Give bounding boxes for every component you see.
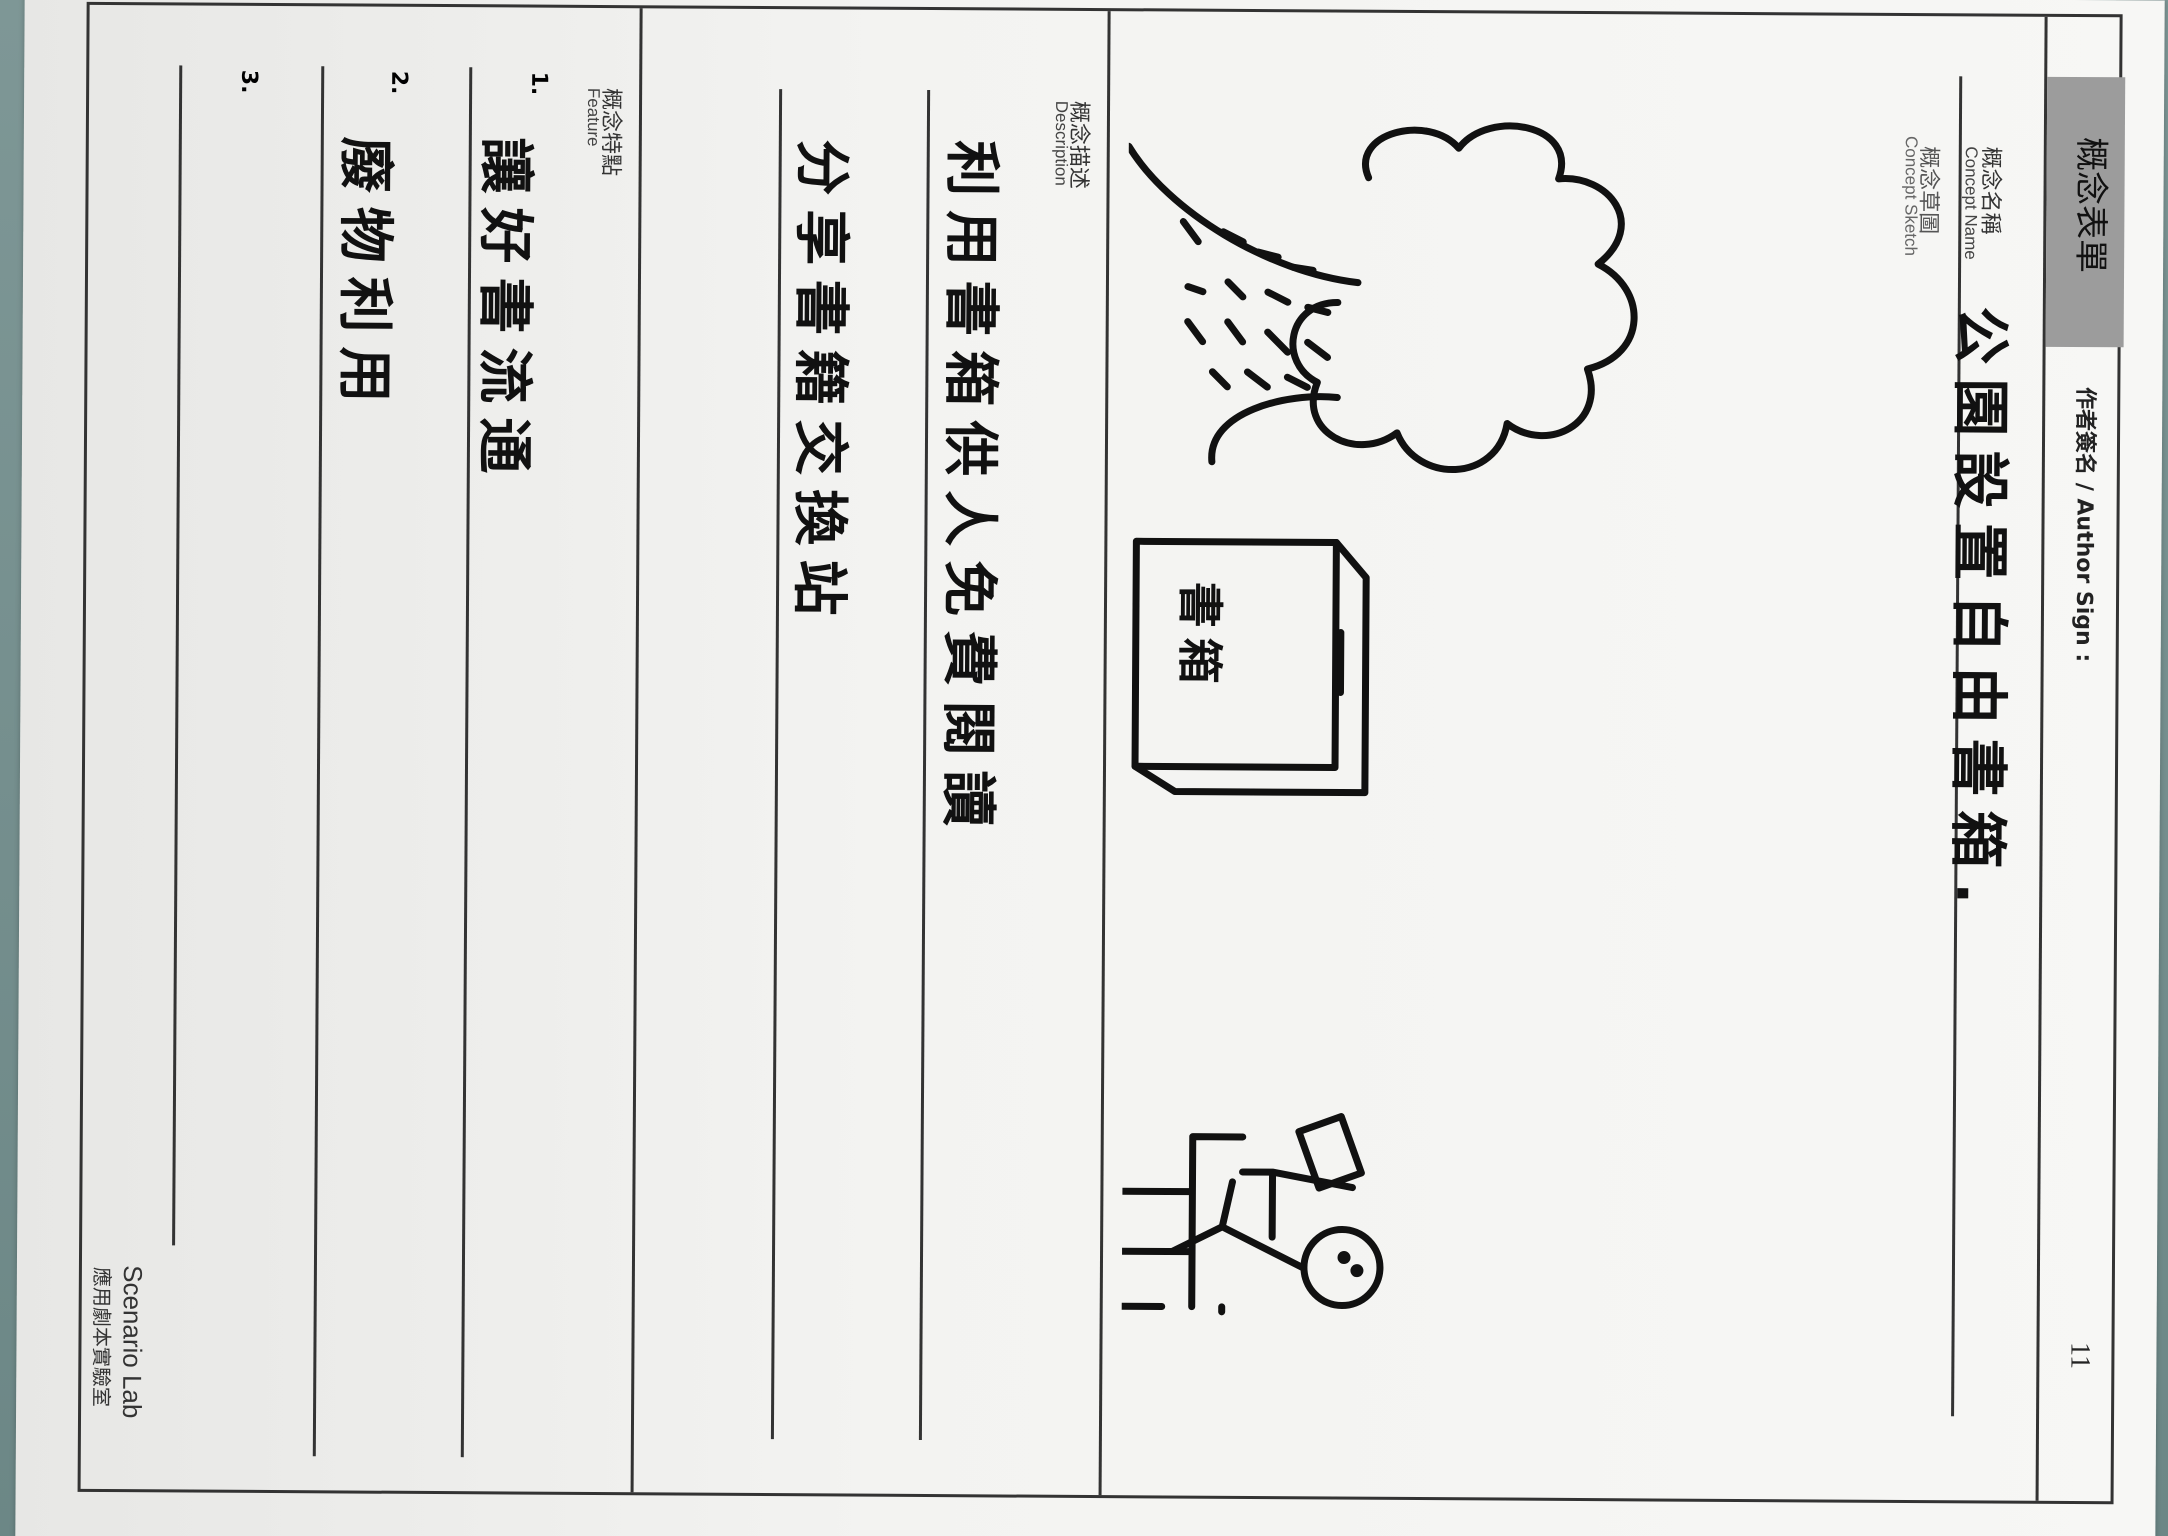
brand-subtitle: 應用劇本實驗室 (89, 1266, 114, 1408)
person-head (1300, 1226, 1384, 1310)
feature-line-3 (172, 65, 183, 1246)
description-line-1 (918, 89, 931, 1440)
concept-sketch-drawing (1120, 122, 1638, 1316)
sketch-description-divider (1098, 11, 1111, 1496)
tree-trunk-bottom (1208, 393, 1341, 466)
feature-line-2 (312, 66, 325, 1457)
photo-background: 概念表單 作者簽名 / Author Sign : 11 概念名稱 Concep… (0, 0, 2168, 1536)
feature-1-text: 讓好書流通 (470, 137, 538, 488)
description-label-en: Description (1051, 100, 1072, 186)
brand-name: Scenario Lab (117, 1265, 148, 1419)
feature-2-number: 2. (386, 70, 412, 95)
concept-form: 概念表單 作者簽名 / Author Sign : 11 概念名稱 Concep… (77, 1, 2126, 1505)
tree-canopy (1289, 122, 1638, 473)
description-line-2 (770, 89, 783, 1440)
description-feature-divider (630, 8, 643, 1493)
description-line-2-text: 分享書籍交換站 (785, 139, 854, 630)
paper-sheet: 概念表單 作者簽名 / Author Sign : 11 概念名稱 Concep… (15, 0, 2165, 1536)
feature-3-number: 3. (236, 69, 262, 94)
sketch-book-label: 書箱 (1172, 581, 1228, 694)
feature-2-text: 廢物利用 (331, 136, 398, 417)
description-line-1-text: 利用書箱供人免費閱讀 (934, 140, 1004, 841)
feature-1-number: 1. (526, 71, 552, 96)
feature-label-en: Feature (583, 87, 604, 147)
tree-trunk-top (1125, 142, 1362, 287)
